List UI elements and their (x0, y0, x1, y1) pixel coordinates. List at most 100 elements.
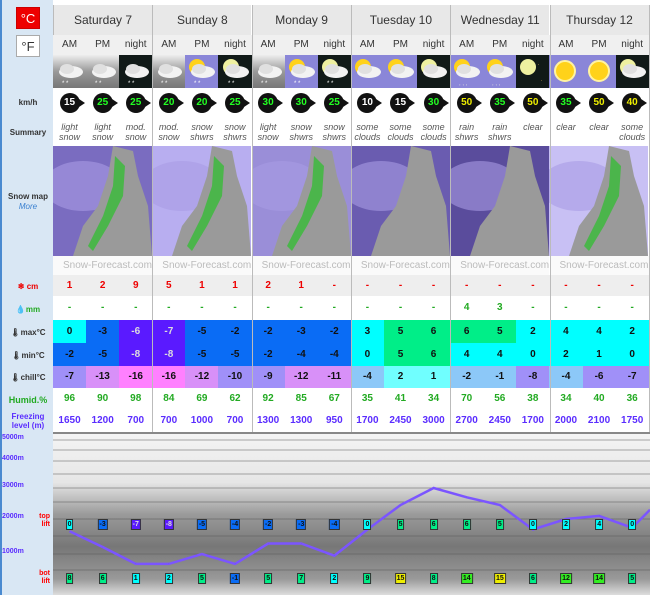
fahrenheit-button[interactable]: °F (16, 35, 40, 57)
period-label: night (119, 35, 153, 55)
wind-arrow-icon: 25 (324, 93, 350, 113)
moon-cloud-icon (417, 55, 451, 88)
rain-cell: - (564, 302, 568, 313)
summary-cell: light snow (92, 122, 114, 142)
period-label: night (615, 35, 649, 55)
wind-chill-cell: -10 (218, 366, 252, 388)
bottom-lift-temp: 9 (363, 573, 372, 584)
wind-cell: 30 (252, 88, 285, 118)
period-label: PM (185, 35, 219, 55)
freezing-level-cell: 2450 (389, 415, 412, 426)
freezing-level-cell: 1000 (190, 415, 214, 426)
top-lift-label: top lift (39, 513, 50, 528)
snow-cell: - (615, 275, 649, 296)
snow-map-image[interactable] (539, 146, 649, 256)
min-label: min°C (21, 351, 45, 360)
wind-cell: 50 (583, 88, 616, 118)
humidity-cell: 85 (295, 393, 307, 404)
humidity-label: Humid.% (8, 395, 48, 405)
summary-cell: snow shwrs (190, 122, 214, 142)
period-label: night (218, 35, 252, 55)
rain-cell: - (266, 302, 270, 313)
period-label: AM (152, 35, 186, 55)
wind-chill-cell: -16 (152, 366, 186, 388)
wind-chill-cell: -1 (483, 366, 517, 388)
day-header: Monday 9 (251, 5, 351, 35)
bottom-lift-temp: 12 (560, 573, 572, 584)
wind-arrow-icon: 20 (158, 93, 184, 113)
y-axis-label: 1000m (2, 548, 24, 555)
wind-cell: 15 (53, 88, 86, 118)
humidity-cell: 69 (196, 393, 208, 404)
day-header: Sunday 8 (152, 5, 252, 35)
summary-cell: snow shwrs (289, 122, 313, 142)
sun-cloud-rain-icon: , , , (483, 55, 517, 88)
rain-cell: - (597, 302, 601, 313)
snow-map-image[interactable] (142, 146, 252, 256)
cloud-snow-icon: * * (152, 55, 186, 88)
period-label: PM (483, 35, 517, 55)
bottom-lift-temp: 8 (429, 573, 438, 584)
rain-cell: - (233, 302, 237, 313)
max-temp-cell: 2 (615, 320, 649, 343)
max-temp-cell: -5 (185, 320, 219, 343)
period-label: PM (582, 35, 616, 55)
wind-arrow-icon: 35 (555, 93, 581, 113)
snow-map-image[interactable] (440, 146, 550, 256)
summary-cell: mod. snow (158, 122, 180, 142)
top-lift-temp: 6 (462, 519, 471, 530)
watermark: Snow-Forecast.com (53, 256, 152, 275)
humidity-cell: 41 (394, 393, 407, 404)
wind-chill-cell: -12 (284, 366, 318, 388)
top-lift-temp: -8 (163, 519, 174, 530)
max-temp-cell: 6 (450, 320, 484, 343)
period-label: PM (86, 35, 120, 55)
wind-arrow-icon: 50 (522, 93, 548, 113)
freezing-level-label: Freezing level (m) (11, 412, 45, 430)
wind-arrow-icon: 25 (225, 93, 251, 113)
svg-text:, , ,: , , , (492, 81, 501, 87)
snow-cell: - (350, 275, 384, 296)
wind-label: km/h (18, 98, 38, 107)
max-temp-cell: 5 (483, 320, 517, 343)
snow-map-image[interactable] (241, 146, 351, 256)
snow-cell: - (483, 275, 517, 296)
svg-text:* *: * * (294, 81, 301, 87)
snowflake-icon: ❄ (17, 282, 27, 291)
wind-arrow-icon: 30 (291, 93, 317, 113)
period-label: PM (284, 35, 318, 55)
humidity-cell: 98 (130, 393, 142, 404)
snow-cell: 1 (185, 275, 219, 296)
humidity-cell: 70 (461, 393, 473, 404)
svg-text:* *: * * (327, 81, 334, 87)
period-label: night (317, 35, 351, 55)
period-label: AM (251, 35, 285, 55)
y-axis-label: 5000m (2, 434, 24, 441)
wind-cell: 50 (450, 88, 483, 118)
wind-cell: 25 (86, 88, 119, 118)
bottom-lift-temp: 15 (493, 573, 506, 584)
rain-cell: - (630, 302, 634, 313)
thermometer-icon: 🌡 (11, 351, 22, 360)
period-label: PM (383, 35, 418, 55)
snow-map-image[interactable] (340, 146, 450, 256)
more-link[interactable]: More (2, 202, 54, 211)
min-temp-cell: -8 (152, 343, 186, 366)
wind-chill-cell: -7 (615, 366, 649, 388)
top-lift-temp: 5 (396, 519, 405, 530)
day-header: Saturday 7 (53, 5, 152, 35)
wind-arrow-icon: 15 (390, 93, 416, 113)
snow-map-image[interactable] (43, 146, 152, 256)
night-cloud-snow-icon: * * (119, 55, 153, 88)
bottom-lift-label: bot lift (39, 570, 50, 585)
summary-cell: some clouds (619, 122, 646, 142)
top-lift-temp: 2 (562, 519, 570, 530)
thermometer-icon: 🌡 (10, 328, 21, 337)
day-divider (251, 5, 253, 432)
max-temp-cell: 4 (549, 320, 583, 343)
period-label: AM (350, 35, 384, 55)
max-temp-cell: 0 (53, 320, 87, 343)
wind-chill-cell: -6 (582, 366, 616, 388)
celsius-button[interactable]: °C (16, 7, 40, 29)
rain-cell: - (431, 302, 436, 313)
